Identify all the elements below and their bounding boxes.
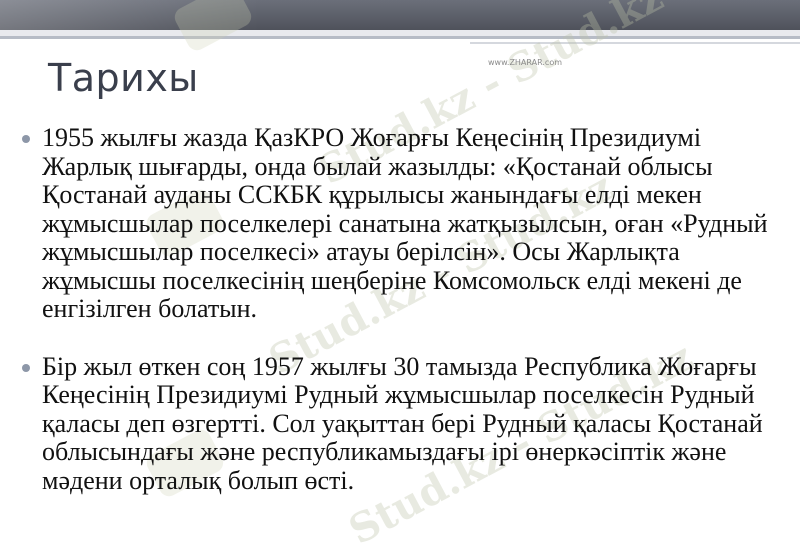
header-bar xyxy=(0,0,800,30)
bullet-icon xyxy=(22,363,30,372)
bullet-item: Бір жыл өткен соң 1957 жылғы 30 тамызда … xyxy=(22,351,792,496)
header-stripe-accent xyxy=(470,42,800,44)
bullet-icon xyxy=(22,135,30,143)
slide-title: Тарихы xyxy=(48,56,199,100)
bullet-text: Бір жыл өткен соң 1957 жылғы 30 тамызда … xyxy=(42,351,763,495)
slide-body: 1955 жылғы жазда ҚазКРО Жоғарғы Кеңесіні… xyxy=(22,123,792,496)
bullet-item: 1955 жылғы жазда ҚазКРО Жоғарғы Кеңесіні… xyxy=(22,123,792,324)
site-credit: www.ZHARAR.com xyxy=(488,58,563,67)
watermark-logo xyxy=(171,0,255,54)
bullet-text: 1955 жылғы жазда ҚазКРО Жоғарғы Кеңесіні… xyxy=(42,123,768,323)
header-stripe-line xyxy=(0,36,800,39)
